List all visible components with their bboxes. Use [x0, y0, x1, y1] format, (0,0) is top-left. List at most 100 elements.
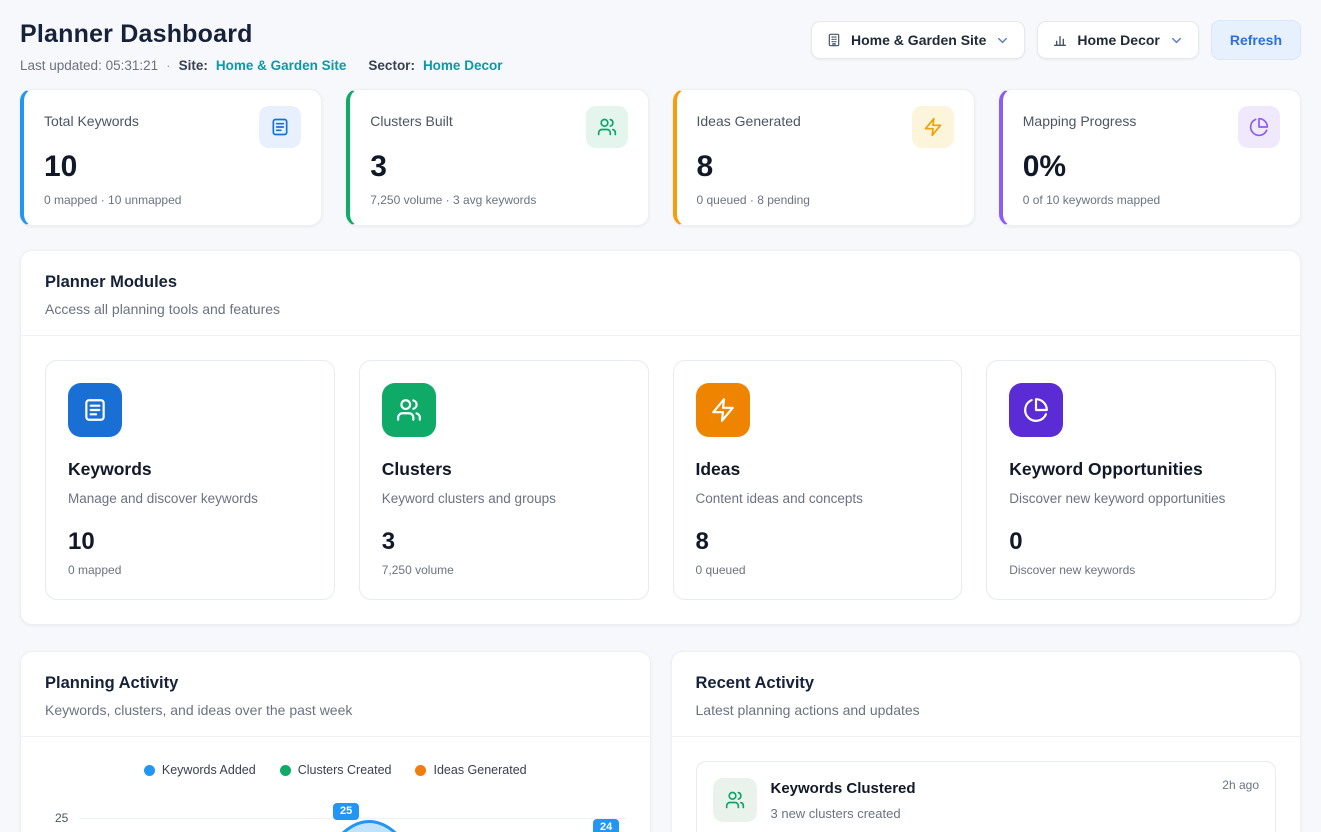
users-icon [382, 383, 436, 437]
module-value: 8 [696, 528, 940, 556]
recent-activity-list: Keywords Clustered 3 new clusters create… [672, 737, 1301, 832]
recent-activity-subtitle: Latest planning actions and updates [696, 702, 1277, 718]
planner-dashboard-page: Planner Dashboard Last updated: 05:31:21… [0, 0, 1321, 832]
legend-dot-icon [144, 765, 155, 776]
module-value: 0 [1009, 528, 1253, 556]
legend-dot-icon [280, 765, 291, 776]
stat-value: 3 [370, 150, 627, 184]
module-clusters[interactable]: Clusters Keyword clusters and groups 3 7… [359, 360, 649, 600]
stat-label: Total Keywords [44, 106, 139, 129]
stat-label: Mapping Progress [1023, 106, 1137, 129]
module-title: Keywords [68, 459, 312, 480]
planning-activity-panel: Planning Activity Keywords, clusters, an… [20, 651, 651, 832]
modules-title: Planner Modules [45, 273, 1276, 292]
document-lines-icon [68, 383, 122, 437]
sector-link[interactable]: Home Decor [423, 58, 503, 73]
site-selector[interactable]: Home & Garden Site [811, 21, 1025, 59]
module-description: Content ideas and concepts [696, 491, 940, 506]
sector-selector[interactable]: Home Decor [1037, 21, 1198, 59]
sector-selector-value: Home Decor [1077, 32, 1159, 48]
y-axis-tick: 25 [55, 811, 68, 825]
modules-grid: Keywords Manage and discover keywords 10… [21, 336, 1300, 624]
module-sub: 0 queued [696, 563, 940, 577]
stat-label: Ideas Generated [697, 106, 801, 129]
legend-label: Keywords Added [162, 763, 256, 777]
module-title: Keyword Opportunities [1009, 459, 1253, 480]
module-keywords[interactable]: Keywords Manage and discover keywords 10… [45, 360, 335, 600]
module-description: Keyword clusters and groups [382, 491, 626, 506]
stat-value: 8 [697, 150, 954, 184]
chevron-down-icon [995, 33, 1010, 48]
stat-sub: 0 of 10 keywords mapped [1023, 193, 1280, 207]
planning-activity-chart: Keywords Added Clusters Created Ideas Ge… [21, 737, 650, 832]
modules-header: Planner Modules Access all planning tool… [21, 251, 1300, 336]
legend-label: Ideas Generated [433, 763, 526, 777]
site-link[interactable]: Home & Garden Site [216, 58, 347, 73]
refresh-button[interactable]: Refresh [1211, 20, 1301, 60]
header-controls: Home & Garden Site Home Decor Refresh [811, 20, 1301, 60]
page-header: Planner Dashboard Last updated: 05:31:21… [20, 20, 1301, 73]
bar-chart-icon [1052, 32, 1068, 48]
page-title: Planner Dashboard [20, 20, 502, 49]
stat-total-keywords: Total Keywords 10 0 mapped · 10 unmapped [20, 89, 322, 226]
data-point-label: 24 [593, 819, 619, 832]
lightning-icon [912, 106, 954, 148]
recent-item-title: Keywords Clustered [771, 780, 916, 797]
sector-label: Sector: [368, 58, 415, 73]
modules-subtitle: Access all planning tools and features [45, 301, 1276, 317]
module-description: Discover new keyword opportunities [1009, 491, 1253, 506]
recent-item-time: 2h ago [1222, 778, 1259, 792]
module-ideas[interactable]: Ideas Content ideas and concepts 8 0 que… [673, 360, 963, 600]
last-updated-text: Last updated: 05:31:21 [20, 58, 158, 73]
recent-activity-item[interactable]: Keywords Clustered 3 new clusters create… [696, 761, 1277, 832]
stat-sub: 7,250 volume · 3 avg keywords [370, 193, 627, 207]
module-sub: Discover new keywords [1009, 563, 1253, 577]
lightning-icon [696, 383, 750, 437]
page-subtitle: Last updated: 05:31:21 · Site: Home & Ga… [20, 58, 502, 73]
users-icon [713, 778, 757, 822]
legend-label: Clusters Created [298, 763, 392, 777]
recent-activity-panel: Recent Activity Latest planning actions … [671, 651, 1302, 832]
legend-dot-icon [415, 765, 426, 776]
site-label: Site: [179, 58, 208, 73]
module-keyword-opportunities[interactable]: Keyword Opportunities Discover new keywo… [986, 360, 1276, 600]
planner-modules-panel: Planner Modules Access all planning tool… [20, 250, 1301, 625]
stat-mapping-progress: Mapping Progress 0% 0 of 10 keywords map… [999, 89, 1301, 226]
stats-row: Total Keywords 10 0 mapped · 10 unmapped… [20, 89, 1301, 226]
stat-sub: 0 queued · 8 pending [697, 193, 954, 207]
module-description: Manage and discover keywords [68, 491, 312, 506]
recent-activity-header: Recent Activity Latest planning actions … [672, 652, 1301, 737]
module-value: 3 [382, 528, 626, 556]
legend-keywords-added: Keywords Added [144, 763, 256, 777]
planning-activity-subtitle: Keywords, clusters, and ideas over the p… [45, 702, 626, 718]
legend-ideas-generated: Ideas Generated [415, 763, 526, 777]
area-chart: 25 25 24 [45, 809, 626, 832]
bottom-row: Planning Activity Keywords, clusters, an… [20, 651, 1301, 832]
separator-dot: · [166, 58, 171, 73]
stat-sub: 0 mapped · 10 unmapped [44, 193, 301, 207]
planning-activity-header: Planning Activity Keywords, clusters, an… [21, 652, 650, 737]
recent-activity-title: Recent Activity [696, 674, 1277, 693]
module-sub: 0 mapped [68, 563, 312, 577]
chevron-down-icon [1169, 33, 1184, 48]
stat-ideas-generated: Ideas Generated 8 0 queued · 8 pending [673, 89, 975, 226]
stat-value: 10 [44, 150, 301, 184]
pie-chart-icon [1238, 106, 1280, 148]
recent-item-description: 3 new clusters created [771, 806, 916, 821]
recent-item-text: Keywords Clustered 3 new clusters create… [771, 778, 916, 832]
pie-chart-icon [1009, 383, 1063, 437]
module-title: Clusters [382, 459, 626, 480]
module-value: 10 [68, 528, 312, 556]
legend-clusters-created: Clusters Created [280, 763, 392, 777]
stat-value: 0% [1023, 150, 1280, 184]
module-title: Ideas [696, 459, 940, 480]
module-sub: 7,250 volume [382, 563, 626, 577]
document-lines-icon [259, 106, 301, 148]
building-icon [826, 32, 842, 48]
data-point-label: 25 [333, 803, 359, 820]
users-icon [586, 106, 628, 148]
stat-clusters-built: Clusters Built 3 7,250 volume · 3 avg ke… [346, 89, 648, 226]
header-left: Planner Dashboard Last updated: 05:31:21… [20, 20, 502, 73]
planning-activity-title: Planning Activity [45, 674, 626, 693]
site-selector-value: Home & Garden Site [851, 32, 986, 48]
